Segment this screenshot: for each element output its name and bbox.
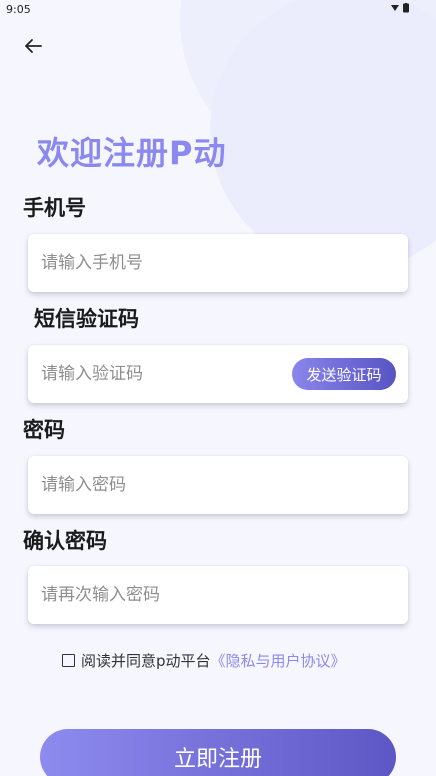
- register-screen: 9:05 欢迎注册P动 手机号 短信验证码 发送验证码 密码 确认密码 阅读并同…: [0, 0, 436, 776]
- phone-field: [28, 234, 408, 292]
- status-icons: [390, 3, 414, 16]
- background-circle: [210, 0, 436, 270]
- sms-code-label: 短信验证码: [34, 307, 139, 331]
- phone-label: 手机号: [23, 196, 86, 220]
- page-title: 欢迎注册P动: [37, 134, 227, 172]
- password-field: [28, 456, 408, 514]
- sms-code-field: 发送验证码: [28, 345, 408, 403]
- register-button[interactable]: 立即注册: [40, 729, 396, 776]
- privacy-agreement-link[interactable]: 《隐私与用户协议》: [211, 650, 346, 671]
- status-bar: 9:05: [0, 0, 436, 20]
- status-time: 9:05: [6, 3, 31, 16]
- confirm-password-label: 确认密码: [23, 529, 107, 553]
- back-arrow-icon[interactable]: [20, 33, 46, 59]
- send-code-button[interactable]: 发送验证码: [292, 358, 396, 390]
- password-label: 密码: [23, 418, 65, 442]
- agreement-checkbox[interactable]: [62, 654, 75, 667]
- phone-input[interactable]: [28, 234, 408, 292]
- password-input[interactable]: [28, 456, 408, 514]
- agreement-text: 阅读并同意p动平台: [81, 652, 211, 670]
- agreement-row: 阅读并同意p动平台 《隐私与用户协议》: [62, 650, 346, 671]
- confirm-password-input[interactable]: [28, 566, 408, 624]
- confirm-password-field: [28, 566, 408, 624]
